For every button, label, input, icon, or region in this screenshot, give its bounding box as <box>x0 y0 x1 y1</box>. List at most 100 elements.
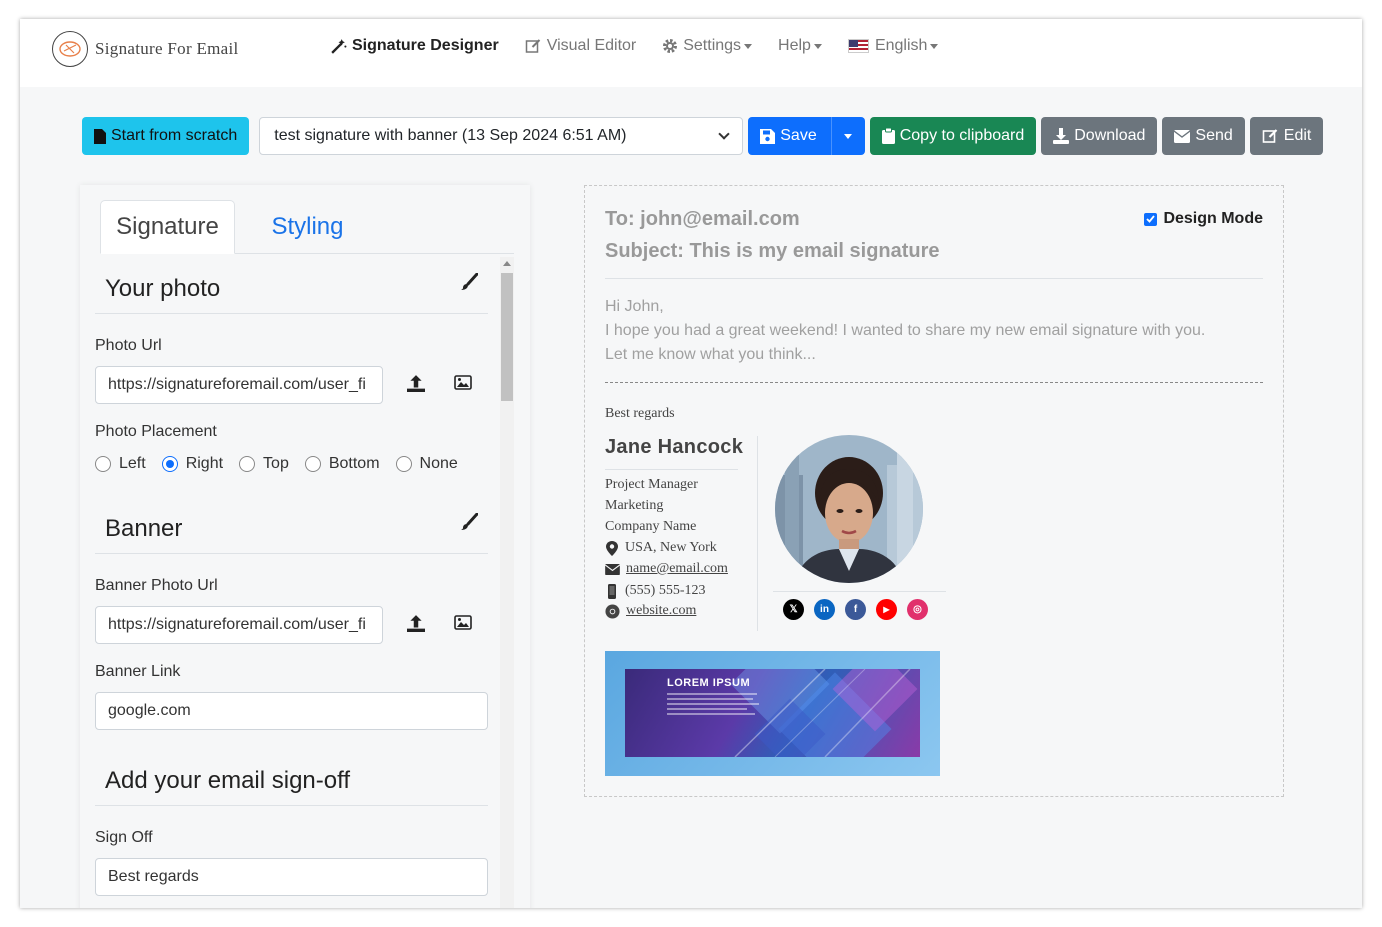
section-title-signoff: Add your email sign-off <box>105 767 351 794</box>
design-mode-checkbox[interactable] <box>1144 212 1158 226</box>
banner-link-input[interactable]: google.com <box>95 692 488 730</box>
signature-job-title: Project Manager <box>605 477 698 492</box>
start-from-scratch-label: Start from scratch <box>111 127 238 144</box>
send-button[interactable]: Send <box>1162 117 1245 155</box>
nav-settings-label: Settings <box>683 37 742 54</box>
brush-icon[interactable] <box>460 273 478 291</box>
radio-button[interactable] <box>239 456 256 472</box>
section-title-banner: Banner <box>105 515 183 542</box>
image-gallery-icon[interactable] <box>454 615 472 630</box>
radio-button[interactable] <box>304 456 321 472</box>
signature-email-link[interactable]: name@email.com <box>605 561 728 577</box>
nav-help[interactable]: Help <box>778 37 822 55</box>
photo-placement-radio-group: Left Right Top Bottom None <box>95 455 474 473</box>
save-label: Save <box>780 127 817 144</box>
design-mode-toggle[interactable]: Design Mode <box>1144 210 1263 228</box>
instagram-icon[interactable]: ◎ <box>907 599 928 620</box>
radio-button[interactable] <box>95 456 111 472</box>
gear-icon <box>663 39 678 53</box>
chevron-down-icon <box>744 43 753 49</box>
edit-icon <box>1262 129 1278 143</box>
save-button[interactable]: Save <box>748 117 865 155</box>
signature-name: Jane Hancock <box>605 436 744 458</box>
floppy-disk-icon <box>760 128 776 144</box>
preview-divider <box>605 278 1263 279</box>
image-gallery-icon[interactable] <box>454 375 472 390</box>
edit-button[interactable]: Edit <box>1249 117 1324 155</box>
app-window: Signature For Email Signature Designer V… <box>20 19 1362 908</box>
form-scrollbar[interactable] <box>500 257 514 908</box>
section-divider <box>95 313 488 314</box>
placement-option-top[interactable]: Top <box>239 455 289 473</box>
banner-link-label: Banner Link <box>95 663 181 680</box>
nav-visual-editor-label: Visual Editor <box>546 37 637 54</box>
signature-form-panel: Signature Styling Your photo Photo Url h… <box>80 185 530 908</box>
email-body-line: Hi John, <box>605 298 664 315</box>
nav-signature-designer[interactable]: Signature Designer <box>330 37 499 55</box>
placement-option-left[interactable]: Left <box>95 455 146 473</box>
section-divider <box>95 805 488 806</box>
section-divider <box>95 553 488 554</box>
nav-visual-editor[interactable]: Visual Editor <box>525 37 637 55</box>
scrollbar-thumb[interactable] <box>501 273 513 401</box>
facebook-icon[interactable]: f <box>845 599 866 620</box>
placement-option-none[interactable]: None <box>395 455 458 473</box>
tab-signature[interactable]: Signature <box>100 200 235 254</box>
placement-option-right[interactable]: Right <box>161 455 223 473</box>
signature-website-link[interactable]: website.com <box>605 603 696 619</box>
edit-label: Edit <box>1283 127 1312 144</box>
copy-to-clipboard-button[interactable]: Copy to clipboard <box>869 117 1037 155</box>
download-button[interactable]: Download <box>1041 117 1158 155</box>
form-tabs: Signature Styling <box>100 200 514 254</box>
nav-language[interactable]: English <box>847 37 939 55</box>
nav-help-label: Help <box>778 37 811 54</box>
design-mode-label: Design Mode <box>1163 210 1263 227</box>
signature-select[interactable]: test signature with banner (13 Sep 2024 … <box>259 117 744 155</box>
chevron-down-icon <box>718 128 730 140</box>
signature-name-divider <box>605 469 738 470</box>
x-icon[interactable]: 𝕏 <box>783 599 804 620</box>
start-from-scratch-button[interactable]: Start from scratch <box>82 117 250 155</box>
linkedin-icon[interactable]: in <box>814 599 835 620</box>
radio-button[interactable] <box>395 456 412 472</box>
chrome-icon <box>605 603 620 619</box>
us-flag-icon <box>847 39 869 53</box>
sign-off-input[interactable]: Best regards <box>95 858 488 896</box>
envelope-icon <box>605 563 620 575</box>
photo-url-label: Photo Url <box>95 337 162 354</box>
brush-icon[interactable] <box>460 513 478 531</box>
main-nav: Signature Designer Visual Editor Setting… <box>330 37 964 55</box>
banner-url-input[interactable]: https://signatureforemail.com/user_fi <box>95 606 383 644</box>
signature-sign-off: Best regards <box>605 406 675 421</box>
signature-company: Company Name <box>605 519 697 534</box>
signature-select-value: test signature with banner (13 Sep 2024 … <box>274 127 627 144</box>
nav-signature-designer-label: Signature Designer <box>352 37 499 54</box>
magic-wand-icon <box>331 38 347 54</box>
upload-icon[interactable] <box>407 374 425 392</box>
nav-settings[interactable]: Settings <box>662 37 753 55</box>
placement-option-bottom[interactable]: Bottom <box>304 455 380 473</box>
brand[interactable]: Signature For Email <box>52 31 239 67</box>
upload-icon[interactable] <box>407 614 425 632</box>
chevron-down-icon <box>930 43 939 49</box>
email-to: To: john@email.com <box>605 208 800 230</box>
signature-photo <box>775 435 923 583</box>
save-dropdown-toggle[interactable] <box>830 117 865 155</box>
download-icon <box>1053 128 1070 144</box>
sign-off-label: Sign Off <box>95 829 153 846</box>
tab-styling[interactable]: Styling <box>260 200 355 254</box>
check-icon <box>1146 215 1156 223</box>
banner-url-label: Banner Photo Url <box>95 577 218 594</box>
brand-name: Signature For Email <box>95 39 239 58</box>
email-body-line: Let me know what you think... <box>605 346 816 363</box>
chevron-down-icon <box>813 43 822 49</box>
photo-placement-label: Photo Placement <box>95 423 217 440</box>
scroll-up-arrow-icon[interactable] <box>503 261 511 266</box>
radio-button-selected[interactable] <box>161 456 178 472</box>
signature-banner-image[interactable]: LOREM IPSUM <box>605 651 940 776</box>
youtube-icon[interactable]: ▶ <box>876 599 897 620</box>
brand-logo-icon <box>52 31 88 67</box>
social-links: 𝕏 in f ▶ ◎ <box>783 599 938 620</box>
banner-artwork: LOREM IPSUM <box>625 669 920 757</box>
photo-url-input[interactable]: https://signatureforemail.com/user_fi <box>95 366 383 404</box>
